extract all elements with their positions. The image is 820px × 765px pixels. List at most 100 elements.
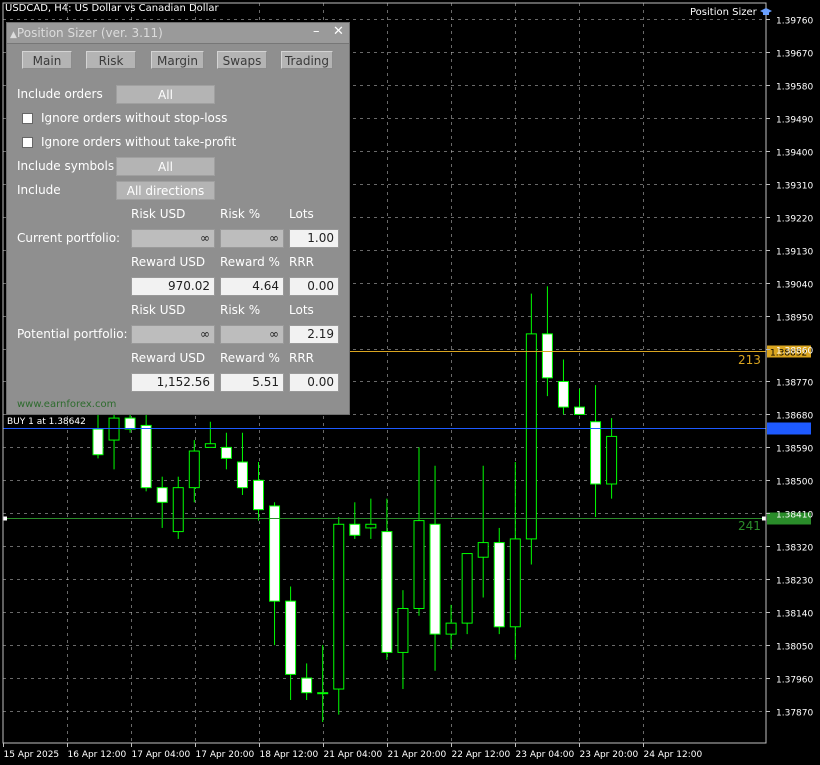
tab-swaps[interactable]: Swaps xyxy=(217,51,267,69)
price-tick-label: 1.39670 xyxy=(776,50,813,60)
sl-handle-right xyxy=(762,516,766,521)
candle xyxy=(333,516,345,715)
candle-body xyxy=(429,523,441,635)
current-lots-field: 1.00 xyxy=(289,229,339,248)
entry-price-label: 1.38642 xyxy=(770,426,807,436)
candle xyxy=(188,440,200,503)
include-label: Include xyxy=(17,183,61,197)
candle xyxy=(557,359,569,415)
time-tick-label: 21 Apr 20:00 xyxy=(388,750,447,760)
current-reward-usd-field: 970.02 xyxy=(131,277,215,296)
include-symbols-label: Include symbols xyxy=(17,159,115,173)
price-tick-label: 1.39220 xyxy=(776,215,813,225)
potential-rrr-header: RRR xyxy=(289,351,315,365)
candle-body xyxy=(461,553,473,624)
candle-body xyxy=(220,446,232,459)
graduation-cap-icon xyxy=(759,7,772,15)
current-risk-usd-header: Risk USD xyxy=(131,207,186,221)
candle xyxy=(445,604,457,649)
price-tick-label: 1.38410 xyxy=(776,511,813,521)
current-risk-pct-header: Risk % xyxy=(220,207,261,221)
price-tick-label: 1.38050 xyxy=(776,643,813,653)
candle xyxy=(541,286,553,397)
triangle-up-icon[interactable]: ▲ xyxy=(10,30,17,40)
candle-body xyxy=(349,523,361,536)
sl-handle-left xyxy=(3,516,7,521)
current-risk-pct-field: ∞ xyxy=(220,229,284,248)
time-tick-label: 18 Apr 12:00 xyxy=(260,750,319,760)
price-tick-label: 1.39580 xyxy=(776,83,813,93)
order-label: BUY 1 at 1.38642 xyxy=(7,417,86,427)
price-tick-label: 1.38140 xyxy=(776,610,813,620)
candle xyxy=(477,465,489,598)
ignore-no-tp-label: Ignore orders without take-profit xyxy=(41,135,237,149)
tab-trading[interactable]: Trading xyxy=(281,51,333,69)
tab-main[interactable]: Main xyxy=(22,51,72,69)
candle-body xyxy=(365,523,377,529)
candle-body xyxy=(477,542,489,558)
candle xyxy=(413,447,425,616)
candle-body xyxy=(333,523,345,690)
price-tick-label: 1.37870 xyxy=(776,709,813,719)
candle-body xyxy=(445,622,457,635)
time-tick-label: 17 Apr 04:00 xyxy=(132,750,191,760)
potential-risk-pct-field: ∞ xyxy=(220,325,284,344)
candle xyxy=(349,502,361,539)
price-tick-label: 1.38860 xyxy=(776,347,813,357)
candle xyxy=(269,502,281,646)
candle-body xyxy=(541,333,553,379)
candle-body xyxy=(236,461,248,489)
candle xyxy=(108,410,120,470)
potential-reward-usd-header: Reward USD xyxy=(131,351,206,365)
candle-body xyxy=(108,417,120,441)
tab-risk[interactable]: Risk xyxy=(86,51,136,69)
panel-title: ▲Position Sizer (ver. 3.11) xyxy=(10,26,163,40)
minimize-button[interactable]: – xyxy=(313,24,320,40)
candle xyxy=(236,432,248,495)
candle xyxy=(301,663,313,701)
candle xyxy=(590,385,602,517)
price-tick-label: 1.38770 xyxy=(776,379,813,389)
potential-reward-pct-header: Reward % xyxy=(220,351,280,365)
candle xyxy=(509,462,521,660)
earnforex-link[interactable]: www.earnforex.com xyxy=(17,399,116,410)
candle-body xyxy=(269,505,281,602)
candle-body xyxy=(204,443,216,448)
potential-lots-header: Lots xyxy=(289,303,314,317)
candle xyxy=(525,293,537,565)
position-sizer-panel: ▲Position Sizer (ver. 3.11) – ✕ Main Ris… xyxy=(6,22,350,415)
candle-body xyxy=(172,487,184,533)
current-reward-pct-field: 4.64 xyxy=(220,277,284,296)
candle xyxy=(172,476,184,539)
candle xyxy=(285,586,297,701)
current-rrr-header: RRR xyxy=(289,255,315,269)
include-symbols-button[interactable]: All xyxy=(116,157,215,176)
ignore-no-tp-checkbox[interactable] xyxy=(22,137,33,148)
candle xyxy=(317,645,329,722)
time-tick-label: 17 Apr 20:00 xyxy=(196,750,255,760)
symbol-title: USDCAD, H4: US Dollar vs Canadian Dollar xyxy=(5,3,219,14)
price-tick-label: 1.38320 xyxy=(776,544,813,554)
tab-margin[interactable]: Margin xyxy=(151,51,204,69)
candle xyxy=(381,498,393,660)
panel-titlebar[interactable]: ▲Position Sizer (ver. 3.11) – ✕ xyxy=(7,23,349,44)
close-icon[interactable]: ✕ xyxy=(333,24,344,40)
candle-body xyxy=(493,542,505,628)
candle xyxy=(220,432,232,470)
time-tick-label: 23 Apr 20:00 xyxy=(580,750,639,760)
include-orders-button[interactable]: All xyxy=(116,85,215,104)
current-reward-usd-header: Reward USD xyxy=(131,255,206,269)
price-tick-label: 1.38500 xyxy=(776,478,813,488)
ignore-no-sl-checkbox[interactable] xyxy=(22,113,33,124)
minimize-icon[interactable]: – xyxy=(313,24,320,39)
candle-body xyxy=(509,538,521,628)
price-tick-label: 1.38230 xyxy=(776,577,813,587)
candle-body xyxy=(124,417,136,430)
time-tick-label: 22 Apr 12:00 xyxy=(452,750,511,760)
potential-reward-pct-field: 5.51 xyxy=(220,373,284,392)
candle-body xyxy=(301,677,313,694)
candle xyxy=(204,421,216,448)
candle-body xyxy=(525,333,537,540)
include-directions-button[interactable]: All directions xyxy=(116,181,215,200)
candle xyxy=(140,410,152,492)
